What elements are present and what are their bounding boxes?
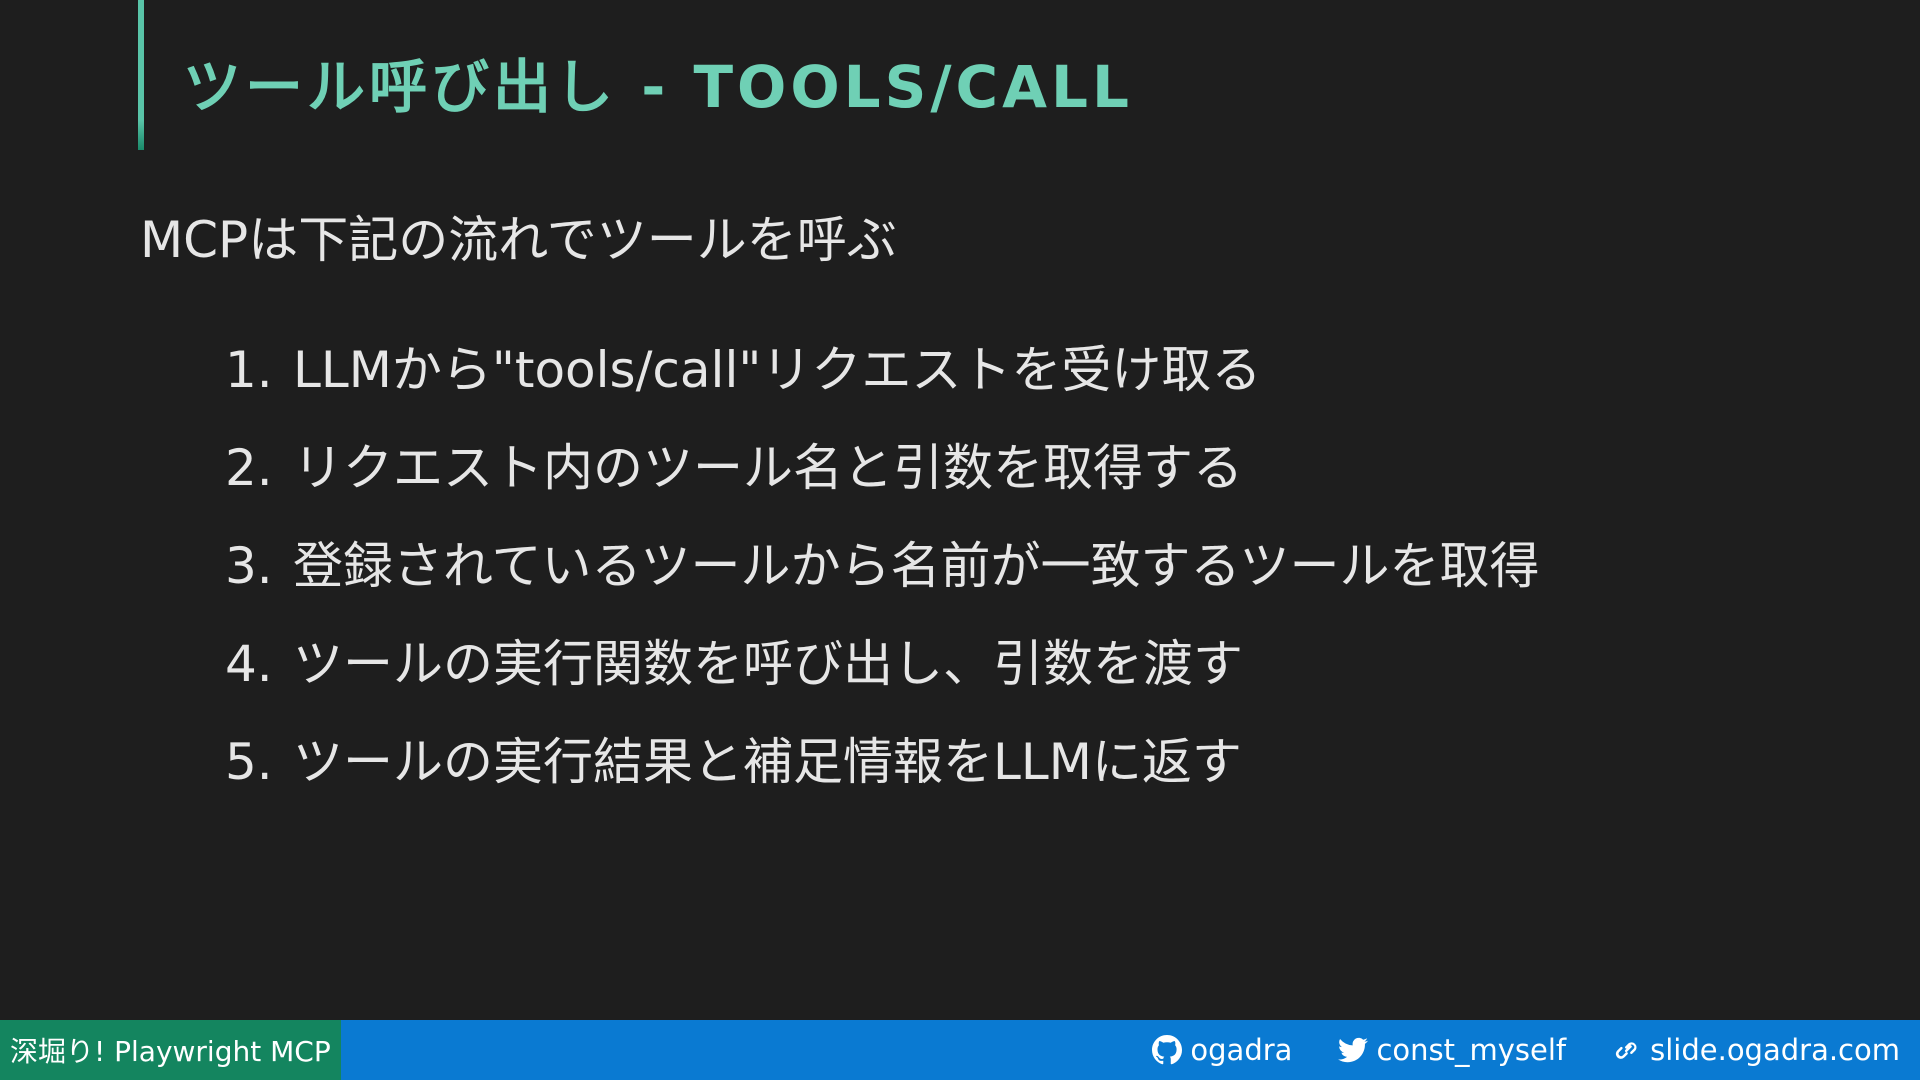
footer-links: ogadra const_myself slide.ogadra.com (1152, 1033, 1920, 1067)
twitter-label: const_myself (1376, 1033, 1567, 1067)
list-item: 5. ツールの実行結果と補足情報をLLMに返す (225, 722, 1540, 820)
list-item: 1. LLMから"tools/call"リクエストを受け取る (225, 330, 1540, 428)
step-text: リクエスト内のツール名と引数を取得する (293, 439, 1243, 497)
step-number: 3. (225, 537, 273, 595)
title-accent-bar (138, 0, 144, 150)
github-label: ogadra (1190, 1033, 1293, 1067)
github-icon (1152, 1035, 1183, 1065)
step-text: ツールの実行関数を呼び出し、引数を渡す (293, 635, 1243, 693)
step-number: 2. (225, 439, 273, 497)
slide-footer: 深堀り! Playwright MCP ogadra const_myself … (0, 1020, 1920, 1080)
step-text: LLMから"tools/call"リクエストを受け取る (293, 341, 1262, 399)
list-item: 4. ツールの実行関数を呼び出し、引数を渡す (225, 624, 1540, 722)
twitter-icon (1338, 1037, 1369, 1063)
list-item: 3. 登録されているツールから名前が一致するツールを取得 (225, 526, 1540, 624)
steps-list: 1. LLMから"tools/call"リクエストを受け取る 2. リクエスト内… (225, 330, 1540, 820)
website-label: slide.ogadra.com (1650, 1033, 1900, 1067)
website-link[interactable]: slide.ogadra.com (1612, 1033, 1900, 1067)
github-link[interactable]: ogadra (1152, 1033, 1292, 1067)
list-item: 2. リクエスト内のツール名と引数を取得する (225, 428, 1540, 526)
step-number: 1. (225, 341, 273, 399)
step-number: 5. (225, 733, 273, 791)
twitter-link[interactable]: const_myself (1338, 1033, 1566, 1067)
slide-subtitle: MCPは下記の流れでツールを呼ぶ (140, 211, 897, 269)
step-text: 登録されているツールから名前が一致するツールを取得 (293, 537, 1540, 595)
link-icon (1616, 1042, 1637, 1059)
deck-title: 深堀り! Playwright MCP (0, 1020, 341, 1080)
step-text: ツールの実行結果と補足情報をLLMに返す (293, 733, 1242, 791)
slide-title: ツール呼び出し - TOOLS/CALL (183, 53, 1133, 121)
step-number: 4. (225, 635, 273, 693)
